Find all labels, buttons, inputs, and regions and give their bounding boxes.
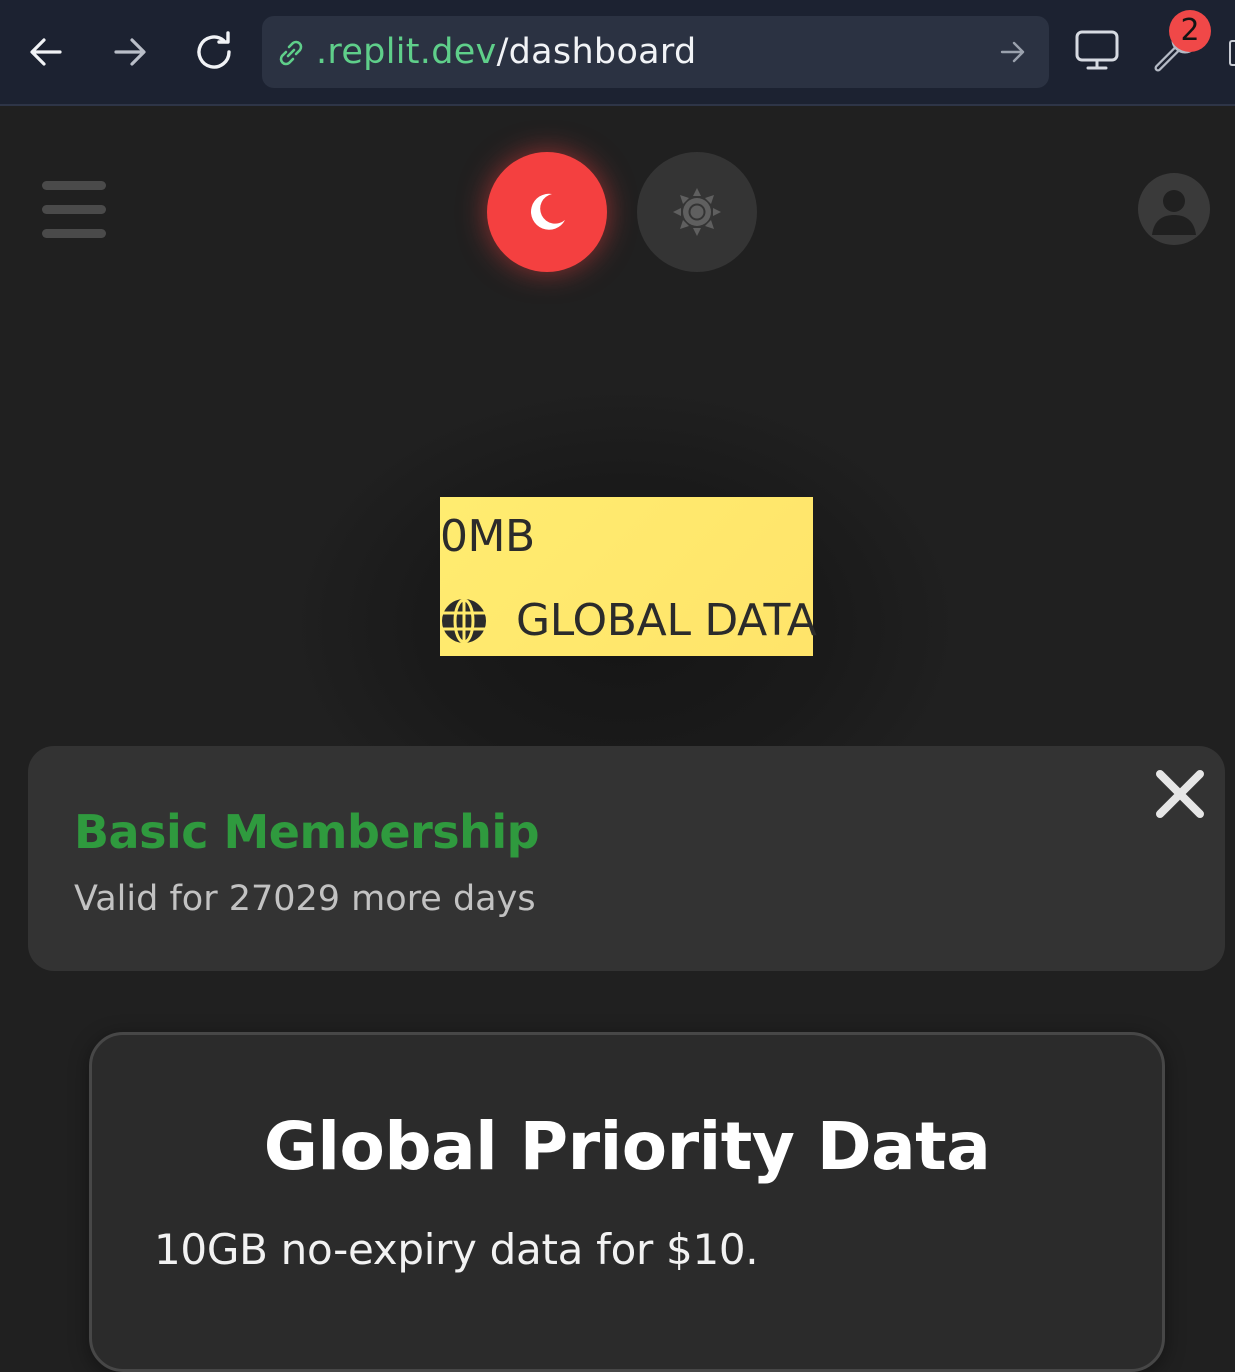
overflow-icon[interactable] xyxy=(1229,40,1235,66)
sun-icon xyxy=(673,188,721,236)
back-button[interactable] xyxy=(16,22,76,82)
membership-validity: Valid for 27029 more days xyxy=(74,879,536,919)
person-icon xyxy=(1152,190,1196,235)
light-theme-button[interactable] xyxy=(637,152,757,272)
user-avatar-icon[interactable] xyxy=(1138,173,1210,245)
url-host: .replit.dev xyxy=(316,32,497,72)
data-label-row: GLOBAL DATA xyxy=(440,595,817,647)
data-label: GLOBAL DATA xyxy=(516,595,817,646)
offer-card[interactable]: Global Priority Data 10GB no-expiry data… xyxy=(89,1032,1165,1372)
url-text[interactable]: .replit.dev/dashboard xyxy=(316,30,697,74)
url-path: /dashboard xyxy=(496,32,697,72)
membership-card: Basic Membership Valid for 27029 more da… xyxy=(28,746,1225,971)
hamburger-menu-icon[interactable] xyxy=(42,181,106,238)
extension-badge: 2 xyxy=(1169,10,1211,52)
data-balance-panel: 0MB GLOBAL DATA xyxy=(440,497,817,656)
reload-button[interactable] xyxy=(184,22,244,82)
offer-title: Global Priority Data xyxy=(263,1108,991,1185)
arrow-left-icon xyxy=(30,38,62,66)
address-bar[interactable]: .replit.dev/dashboard xyxy=(262,16,1049,88)
moon-icon xyxy=(531,193,565,230)
offer-description: 10GB no-expiry data for $10. xyxy=(154,1225,759,1274)
arrow-right-icon xyxy=(114,38,146,66)
browser-toolbar: .replit.dev/dashboard 2 xyxy=(0,0,1235,106)
go-arrow-icon[interactable] xyxy=(999,38,1027,66)
close-icon[interactable] xyxy=(1154,768,1206,820)
membership-title: Basic Membership xyxy=(74,805,540,859)
data-amount: 0MB xyxy=(440,511,535,562)
reload-icon xyxy=(197,31,231,69)
globe-icon xyxy=(442,598,486,644)
dark-theme-button[interactable] xyxy=(487,152,607,272)
monitor-icon[interactable] xyxy=(1074,26,1120,72)
link-icon xyxy=(279,40,303,66)
forward-button[interactable] xyxy=(100,22,160,82)
